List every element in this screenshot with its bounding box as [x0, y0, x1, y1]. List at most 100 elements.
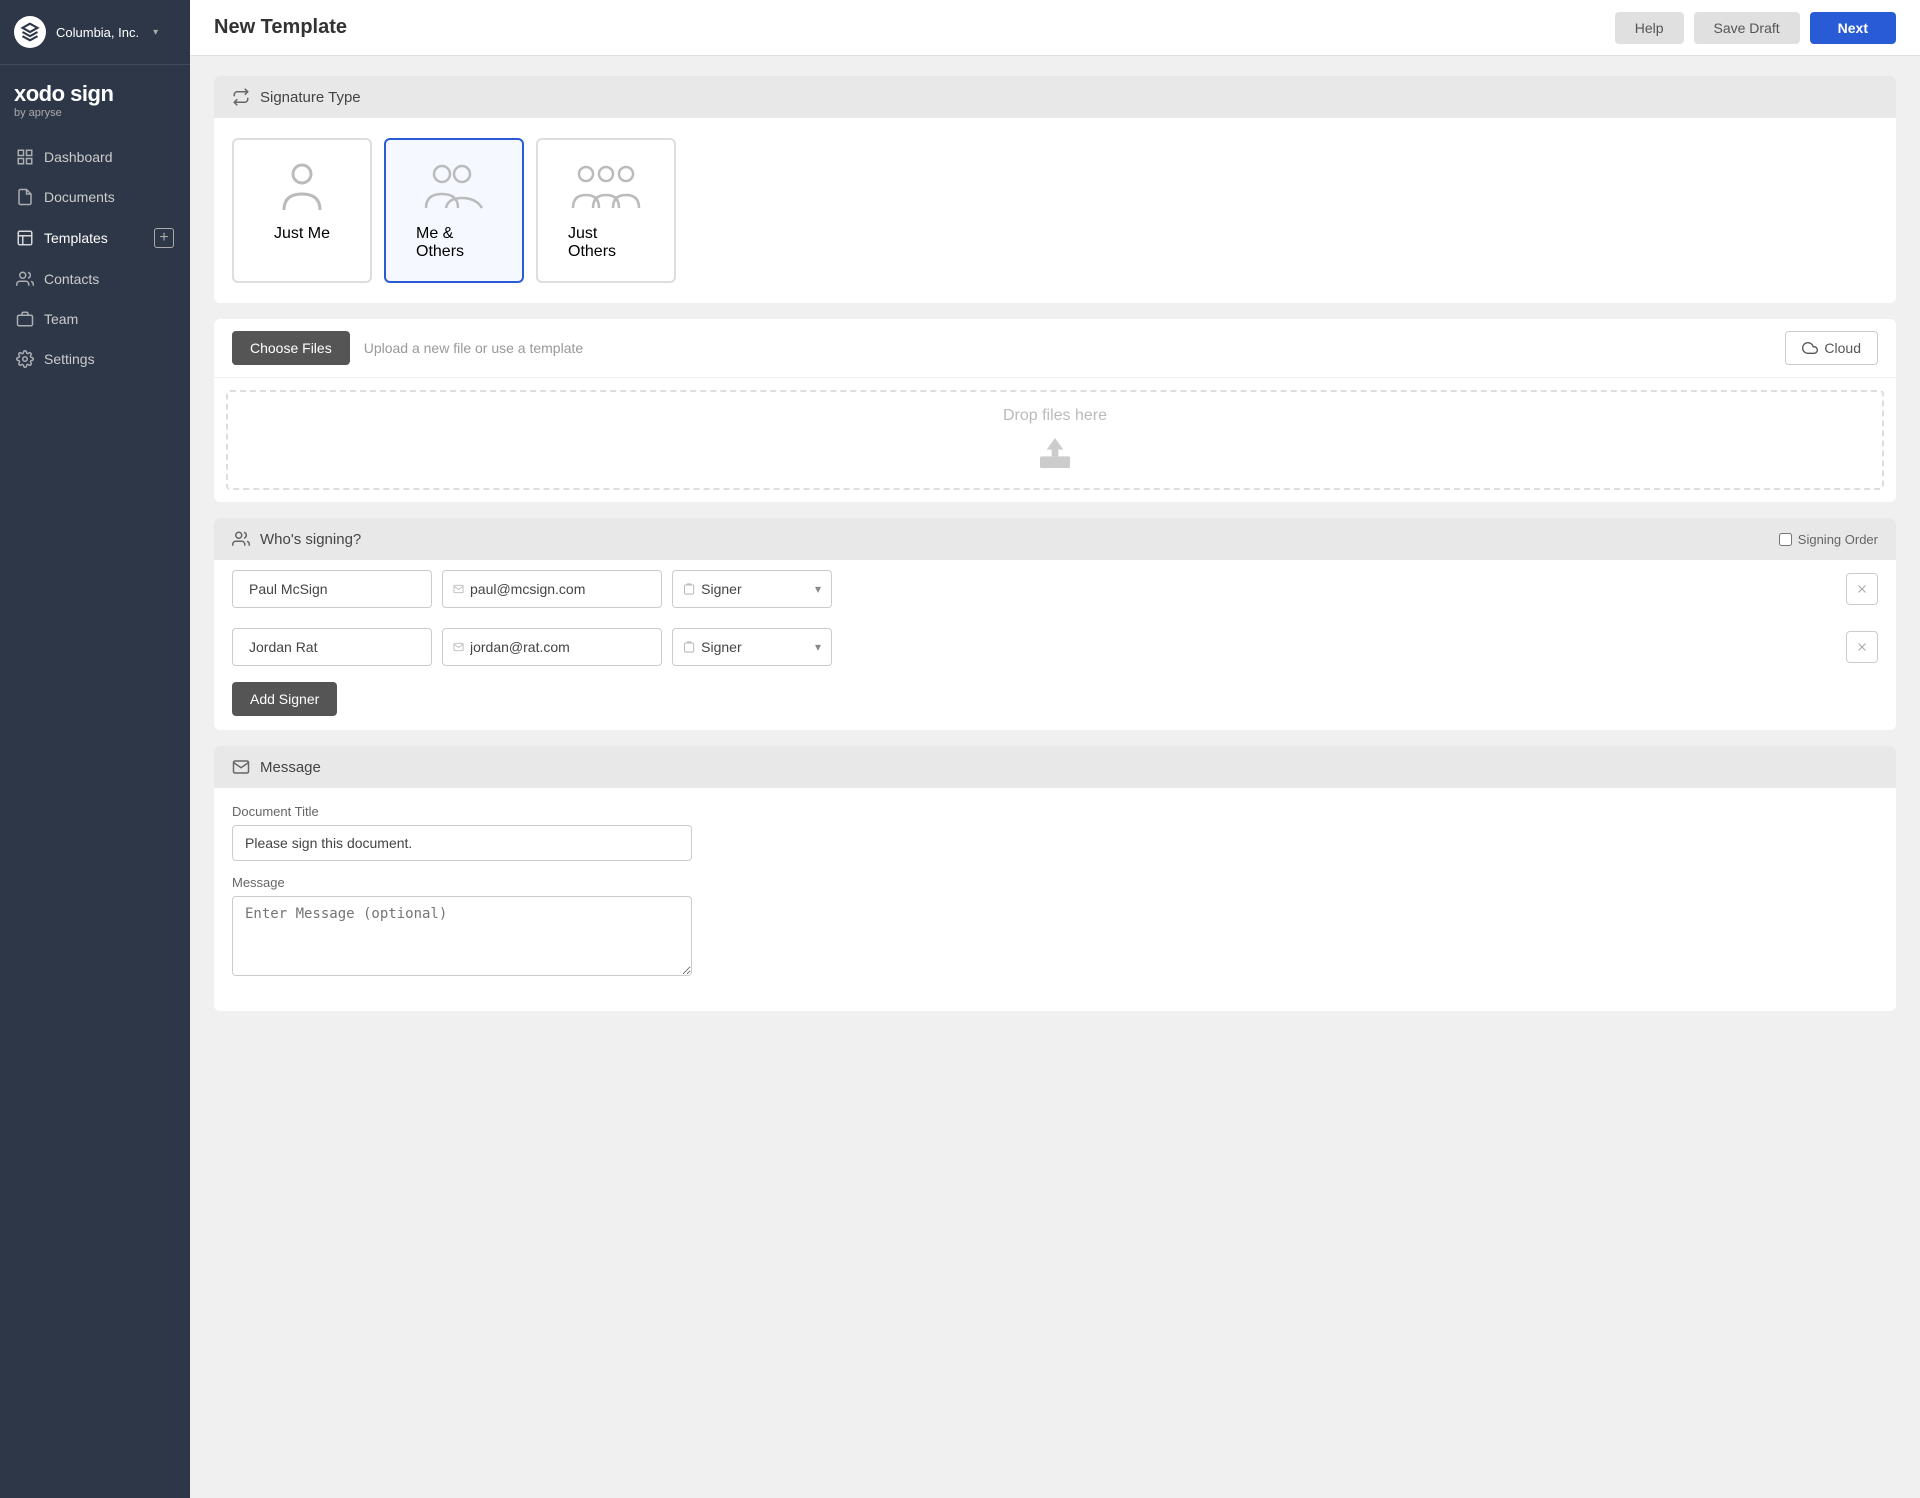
- just-others-icon: [571, 160, 641, 215]
- page-title: New Template: [214, 16, 347, 39]
- brand-sub: by apryse: [14, 107, 176, 119]
- signer-2-email-input[interactable]: [470, 639, 651, 655]
- choose-files-button[interactable]: Choose Files: [232, 331, 350, 365]
- sidebar-company-header[interactable]: Columbia, Inc. ▾: [0, 0, 190, 65]
- cloud-button[interactable]: Cloud: [1785, 331, 1878, 365]
- sidebar-item-settings[interactable]: Settings: [0, 339, 190, 379]
- settings-label: Settings: [44, 351, 95, 367]
- sig-option-just-others[interactable]: Just Others: [536, 138, 676, 283]
- email-icon: [453, 582, 464, 596]
- file-icon: [16, 188, 34, 206]
- cloud-icon: [1802, 340, 1818, 356]
- company-chevron-icon: ▾: [153, 27, 158, 38]
- templates-label: Templates: [44, 230, 108, 246]
- signers-icon: [232, 530, 250, 548]
- signer-2-role-wrap: Signer CC Approver ▾: [672, 628, 832, 666]
- clipboard-icon: [683, 640, 695, 654]
- add-template-button[interactable]: +: [154, 228, 174, 248]
- documents-label: Documents: [44, 189, 115, 205]
- remove-icon: [1855, 640, 1869, 654]
- company-info: Columbia, Inc.: [56, 25, 139, 40]
- message-card: Message Document Title Message: [214, 746, 1896, 1011]
- help-button[interactable]: Help: [1615, 12, 1684, 44]
- signer-1-role-wrap: Signer CC Approver ▾: [672, 570, 832, 608]
- message-field-label: Message: [232, 875, 1878, 890]
- clipboard-icon: [683, 582, 695, 596]
- sig-option-just-me[interactable]: Just Me: [232, 138, 372, 283]
- just-me-label: Just Me: [274, 225, 330, 243]
- signer-1-role-select[interactable]: Signer CC Approver: [701, 581, 821, 597]
- signer-2-name-input[interactable]: [249, 639, 430, 655]
- signer-1-remove-button[interactable]: [1846, 573, 1878, 605]
- me-and-others-label: Me & Others: [416, 225, 492, 261]
- signers-title: Who's signing?: [260, 531, 361, 548]
- settings-icon: [16, 350, 34, 368]
- envelope-icon: [232, 758, 250, 776]
- signature-type-title: Signature Type: [260, 89, 361, 106]
- layout-icon: [16, 229, 34, 247]
- sidebar-item-contacts[interactable]: Contacts: [0, 259, 190, 299]
- remove-icon: [1855, 582, 1869, 596]
- signer-1-email-wrap: [442, 570, 662, 608]
- sidebar-item-documents[interactable]: Documents: [0, 177, 190, 217]
- signer-2-role-select[interactable]: Signer CC Approver: [701, 639, 821, 655]
- cloud-label: Cloud: [1824, 340, 1861, 356]
- file-upload-card: Choose Files Upload a new file or use a …: [214, 319, 1896, 502]
- signature-type-card: Signature Type Just Me: [214, 76, 1896, 303]
- table-row: Signer CC Approver ▾: [214, 560, 1896, 618]
- signer-2-remove-button[interactable]: [1846, 631, 1878, 663]
- signing-order-label: Signing Order: [1779, 532, 1878, 547]
- sidebar-item-dashboard[interactable]: Dashboard: [0, 137, 190, 177]
- nav-menu: Dashboard Documents Templates + Contacts: [0, 129, 190, 1498]
- dashboard-label: Dashboard: [44, 149, 113, 165]
- signature-icon: [232, 88, 250, 106]
- signature-type-body: Just Me Me & Others: [214, 118, 1896, 303]
- next-button[interactable]: Next: [1810, 12, 1896, 44]
- signer-1-email-input[interactable]: [470, 581, 651, 597]
- sidebar-item-templates[interactable]: Templates +: [0, 217, 190, 259]
- sidebar-item-team[interactable]: Team: [0, 299, 190, 339]
- grid-icon: [16, 148, 34, 166]
- doc-title-input[interactable]: [232, 825, 692, 861]
- signer-1-name-input[interactable]: [249, 581, 430, 597]
- signer-1-name-wrap: [232, 570, 432, 608]
- content-area: Signature Type Just Me: [190, 56, 1920, 1031]
- message-field-group: Message: [232, 875, 1878, 981]
- drop-zone[interactable]: Drop files here: [226, 390, 1884, 490]
- signer-2-email-wrap: [442, 628, 662, 666]
- team-label: Team: [44, 311, 78, 327]
- message-textarea[interactable]: [232, 896, 692, 976]
- brand-block: xodo sign by apryse: [0, 65, 190, 129]
- message-title: Message: [260, 759, 321, 776]
- drop-icon: [1035, 433, 1075, 473]
- signing-order-checkbox[interactable]: [1779, 533, 1792, 546]
- sidebar: Columbia, Inc. ▾ xodo sign by apryse Das…: [0, 0, 190, 1498]
- add-signer-button[interactable]: Add Signer: [232, 682, 337, 716]
- table-row: Signer CC Approver ▾: [214, 618, 1896, 676]
- doc-title-group: Document Title: [232, 804, 1878, 861]
- signers-card: Who's signing? Signing Order: [214, 518, 1896, 730]
- file-upload-bar: Choose Files Upload a new file or use a …: [214, 319, 1896, 378]
- sig-option-me-and-others[interactable]: Me & Others: [384, 138, 524, 283]
- signing-order-text: Signing Order: [1798, 532, 1878, 547]
- message-header: Message: [214, 746, 1896, 788]
- drop-text: Drop files here: [1003, 407, 1107, 425]
- company-name: Columbia, Inc.: [56, 25, 139, 40]
- signature-type-header: Signature Type: [214, 76, 1896, 118]
- me-and-others-icon: [424, 160, 484, 215]
- signature-options: Just Me Me & Others: [232, 138, 1878, 283]
- brand-text: xodo sign: [14, 83, 176, 105]
- users-icon: [16, 270, 34, 288]
- save-draft-button[interactable]: Save Draft: [1694, 12, 1800, 44]
- just-others-label: Just Others: [568, 225, 644, 261]
- signers-header-left: Who's signing?: [232, 530, 361, 548]
- just-me-icon: [280, 160, 324, 215]
- logo-icon: [14, 16, 46, 48]
- main-content: New Template Help Save Draft Next Signat…: [190, 0, 1920, 1498]
- briefcase-icon: [16, 310, 34, 328]
- message-body: Document Title Message: [214, 788, 1896, 1011]
- upload-hint: Upload a new file or use a template: [364, 340, 1772, 356]
- signers-header: Who's signing? Signing Order: [214, 518, 1896, 560]
- doc-title-label: Document Title: [232, 804, 1878, 819]
- topbar: New Template Help Save Draft Next: [190, 0, 1920, 56]
